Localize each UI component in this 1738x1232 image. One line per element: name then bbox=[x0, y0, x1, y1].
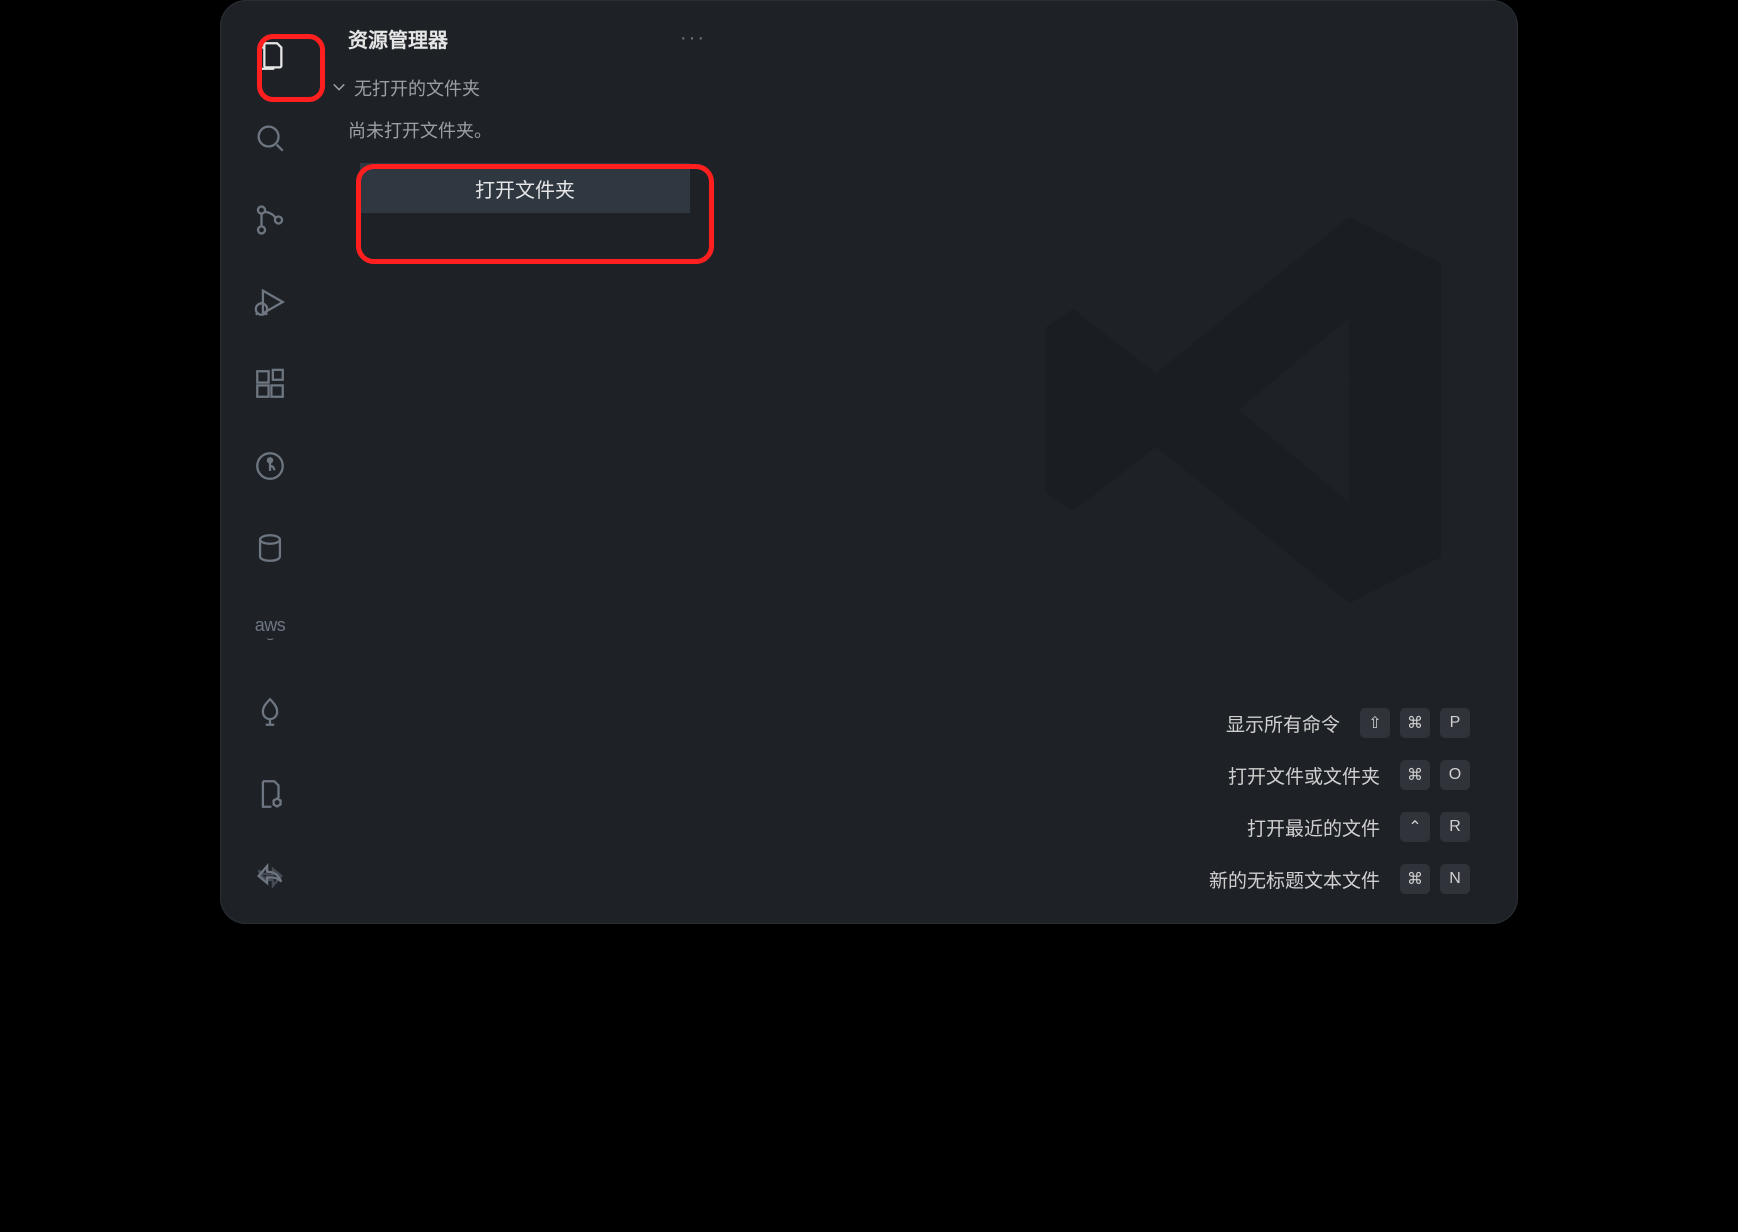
key-cmd: ⌘ bbox=[1400, 864, 1430, 894]
vscode-watermark-logo bbox=[1018, 180, 1478, 640]
explorer-more-actions[interactable]: ··· bbox=[680, 27, 706, 50]
git-graph-icon bbox=[253, 449, 287, 483]
key-r: R bbox=[1440, 812, 1470, 842]
key-n: N bbox=[1440, 864, 1470, 894]
activity-aws[interactable]: aws ⌣ bbox=[240, 606, 300, 654]
files-icon bbox=[253, 39, 287, 73]
open-folder-button[interactable]: 打开文件夹 bbox=[360, 163, 690, 213]
explorer-sidebar: 资源管理器 ··· 无打开的文件夹 尚未打开文件夹。 打开文件夹 bbox=[320, 0, 730, 924]
activity-tree[interactable] bbox=[240, 688, 300, 736]
activity-explorer[interactable] bbox=[240, 32, 300, 80]
database-icon bbox=[253, 531, 287, 565]
debug-icon bbox=[253, 285, 287, 319]
extensions-icon bbox=[253, 367, 287, 401]
search-icon bbox=[253, 121, 287, 155]
file-gear-icon bbox=[253, 777, 287, 811]
shortcut-open-file: 打开文件或文件夹 ⌘ O bbox=[1228, 760, 1470, 790]
activity-file-settings[interactable] bbox=[240, 770, 300, 818]
key-cmd: ⌘ bbox=[1400, 760, 1430, 790]
tree-icon bbox=[253, 695, 287, 729]
shortcut-new-untitled: 新的无标题文本文件 ⌘ N bbox=[1209, 864, 1470, 894]
welcome-shortcuts: 显示所有命令 ⇧ ⌘ P 打开文件或文件夹 ⌘ O 打开最近的文件 ⌃ R bbox=[1209, 708, 1470, 894]
sync-icon bbox=[253, 859, 287, 893]
chevron-down-icon bbox=[332, 78, 348, 99]
key-p: P bbox=[1440, 708, 1470, 738]
activity-bar: aws ⌣ bbox=[220, 0, 320, 924]
source-control-icon bbox=[253, 203, 287, 237]
activity-run-debug[interactable] bbox=[240, 278, 300, 326]
activity-database[interactable] bbox=[240, 524, 300, 572]
key-shift: ⇧ bbox=[1360, 708, 1390, 738]
activity-git-graph[interactable] bbox=[240, 442, 300, 490]
key-ctrl: ⌃ bbox=[1400, 812, 1430, 842]
activity-search[interactable] bbox=[240, 114, 300, 162]
shortcut-show-all-commands: 显示所有命令 ⇧ ⌘ P bbox=[1226, 708, 1470, 738]
aws-icon: aws ⌣ bbox=[255, 616, 286, 644]
no-folder-message: 尚未打开文件夹。 bbox=[320, 111, 730, 157]
activity-extensions[interactable] bbox=[240, 360, 300, 408]
no-folder-section-header[interactable]: 无打开的文件夹 bbox=[320, 71, 730, 111]
editor-area: 显示所有命令 ⇧ ⌘ P 打开文件或文件夹 ⌘ O 打开最近的文件 ⌃ R bbox=[730, 0, 1518, 924]
activity-source-control[interactable] bbox=[240, 196, 300, 244]
shortcut-open-recent: 打开最近的文件 ⌃ R bbox=[1247, 812, 1470, 842]
activity-sync[interactable] bbox=[240, 852, 300, 900]
section-label: 无打开的文件夹 bbox=[354, 75, 480, 101]
app-window: aws ⌣ 资源管理器 ·· bbox=[220, 0, 1518, 924]
explorer-title: 资源管理器 bbox=[348, 24, 448, 53]
key-cmd: ⌘ bbox=[1400, 708, 1430, 738]
key-o: O bbox=[1440, 760, 1470, 790]
